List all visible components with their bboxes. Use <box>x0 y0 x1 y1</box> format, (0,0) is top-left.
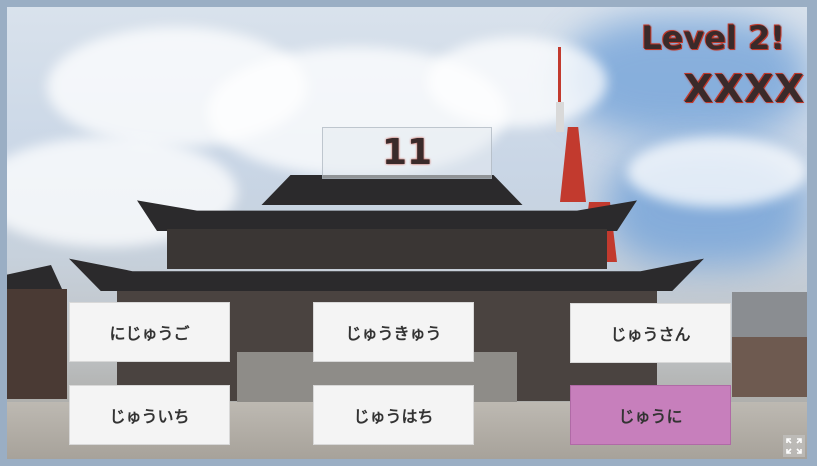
question-number-display: 11 <box>322 127 492 179</box>
fullscreen-button[interactable] <box>783 435 805 457</box>
answer-button-2[interactable]: じゅうきゅう <box>313 302 474 362</box>
answer-button-3[interactable]: じゅうさん <box>570 303 731 363</box>
fullscreen-icon <box>786 438 802 454</box>
answer-button-4[interactable]: じゅういち <box>69 385 230 445</box>
level-indicator: Level 2! <box>641 19 785 57</box>
answer-button-1[interactable]: にじゅうご <box>69 302 230 362</box>
lives-indicator: XXXX <box>683 67 805 111</box>
game-canvas: Level 2! XXXX 11 にじゅうご じゅうきゅう じゅうさん じゅうい… <box>7 7 807 459</box>
answer-button-6[interactable]: じゅうに <box>570 385 731 445</box>
answer-button-5[interactable]: じゅうはち <box>313 385 474 445</box>
